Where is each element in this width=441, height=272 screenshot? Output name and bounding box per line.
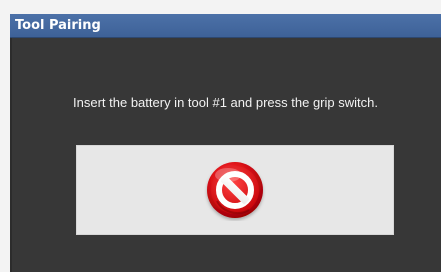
left-divider [10, 38, 12, 272]
title-bar: Tool Pairing [10, 14, 441, 38]
window-title: Tool Pairing [15, 18, 101, 33]
instruction-text: Insert the battery in tool #1 and press … [73, 95, 378, 110]
tool-pairing-dialog: Tool Pairing Insert the battery in tool … [10, 14, 441, 272]
no-entry-icon [207, 162, 263, 218]
pairing-status-panel [76, 145, 394, 235]
screen-background: Tool Pairing Insert the battery in tool … [0, 0, 441, 272]
